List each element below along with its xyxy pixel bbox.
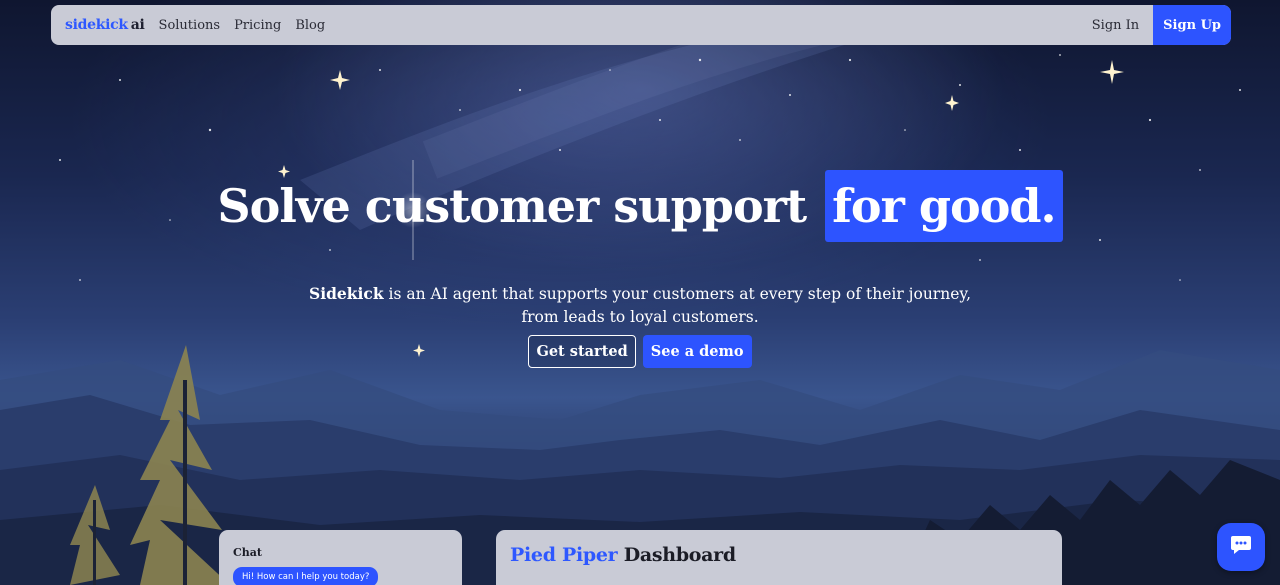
sign-in-link[interactable]: Sign In: [1092, 18, 1139, 33]
hero-subtitle-brand: Sidekick: [309, 284, 384, 303]
dashboard-brand: Pied Piper: [510, 544, 618, 566]
logo[interactable]: sidekick ai: [65, 17, 145, 33]
chat-preview-card: Chat Hi! How can I help you today?: [219, 530, 462, 585]
chat-bubble-icon: [1230, 535, 1252, 559]
nav-link-pricing[interactable]: Pricing: [234, 18, 281, 33]
dashboard-title: Pied Piper Dashboard: [510, 544, 1048, 566]
top-navbar: sidekick ai Solutions Pricing Blog Sign I…: [51, 5, 1231, 45]
logo-suffix: ai: [130, 17, 145, 33]
chat-launcher-button[interactable]: [1217, 523, 1265, 571]
dashboard-title-text: Dashboard: [623, 544, 736, 566]
nav-link-solutions[interactable]: Solutions: [159, 18, 221, 33]
hero-subtitle: Sidekick is an AI agent that supports yo…: [300, 282, 980, 329]
hero-title: Solve customer support for good.: [0, 170, 1280, 242]
nav-links: Solutions Pricing Blog: [159, 18, 326, 33]
logo-brand: sidekick: [65, 17, 128, 33]
cta-row: Get started See a demo: [0, 335, 1280, 368]
hero-title-plain: Solve customer support: [217, 179, 807, 233]
nav-link-blog[interactable]: Blog: [295, 18, 325, 33]
chat-preview-title: Chat: [233, 546, 262, 559]
dashboard-preview-card: Pied Piper Dashboard: [496, 530, 1062, 585]
sign-up-button[interactable]: Sign Up: [1153, 5, 1231, 45]
chat-message-bubble: Hi! How can I help you today?: [233, 567, 379, 585]
nav-actions: Sign In Sign Up: [1092, 5, 1231, 45]
see-demo-button[interactable]: See a demo: [642, 335, 752, 368]
hero-title-highlight: for good.: [825, 170, 1063, 242]
hero-subtitle-text: is an AI agent that supports your custom…: [383, 285, 971, 326]
get-started-button[interactable]: Get started: [528, 335, 636, 368]
